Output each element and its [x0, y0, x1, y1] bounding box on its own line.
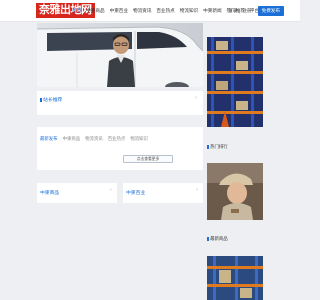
tab-logistics-knowledge[interactable]: 物流知识: [130, 136, 148, 142]
latest-products-text: 最新商品: [210, 236, 228, 241]
tab-products[interactable]: 中柬商品: [63, 136, 81, 142]
worker-ad-image[interactable]: [207, 163, 263, 220]
login-link[interactable]: 登录: [228, 8, 237, 14]
chevron-right-icon[interactable]: ›: [110, 187, 112, 193]
hot-ranking-label: 热门排行: [207, 144, 228, 150]
products-card-title: 中柬商品: [40, 191, 60, 196]
industries-card: 中柬百业 ›: [123, 183, 203, 203]
nav-item-news[interactable]: 中柬新闻: [203, 8, 221, 14]
nav-item-hot-topics[interactable]: 百业热点: [156, 8, 174, 14]
hero-banner-image[interactable]: [37, 23, 203, 87]
nav-item-products[interactable]: 中柬商品: [86, 8, 104, 14]
nav-item-home[interactable]: 首页: [72, 8, 81, 14]
page: 奈雅出地网 首页 中柬商品 中柬百业 物流资讯 百业热点 物流知识 中柬新闻 热…: [0, 0, 300, 300]
warehouse-ad-image[interactable]: [207, 37, 263, 127]
recommend-title: 站长推荐: [40, 96, 62, 103]
chevron-right-icon[interactable]: ›: [196, 187, 198, 193]
recommend-title-text: 站长推荐: [43, 98, 63, 103]
nav-item-industries[interactable]: 中柬百业: [110, 8, 128, 14]
top-navbar: 奈雅出地网 首页 中柬商品 中柬百业 物流资讯 百业热点 物流知识 中柬新闻 热…: [0, 0, 300, 22]
chevron-right-icon[interactable]: ›: [195, 95, 197, 101]
tab-latest[interactable]: 最新发布: [40, 136, 58, 142]
nav-item-logistics-knowledge[interactable]: 物流知识: [180, 8, 198, 14]
recommend-card: 站长推荐 ›: [37, 91, 203, 115]
worker-illustration: [207, 163, 263, 220]
racks-ad-image[interactable]: [207, 256, 263, 300]
racks-illustration: [207, 256, 263, 300]
auth-separator: |: [239, 8, 241, 14]
register-link[interactable]: 注册: [242, 8, 251, 14]
products-card: 中柬商品 ›: [37, 183, 117, 203]
warehouse-illustration: [207, 37, 263, 127]
latest-tabs: 最新发布 中柬商品 物流资讯 百业热点 物流知识: [40, 136, 153, 142]
latest-card: 最新发布 中柬商品 物流资讯 百业热点 物流知识 点击查看更多: [37, 127, 203, 170]
auth-area: 登录 | 注册 免费发布: [228, 0, 284, 22]
tab-hot-topics[interactable]: 百业热点: [108, 136, 126, 142]
publish-button[interactable]: 免费发布: [257, 6, 284, 16]
nav-item-logistics-news[interactable]: 物流资讯: [133, 8, 151, 14]
hot-ranking-text: 热门排行: [210, 144, 228, 149]
tab-logistics-news[interactable]: 物流资讯: [85, 136, 103, 142]
industries-card-title: 中柬百业: [126, 191, 146, 196]
hero-illustration: [37, 23, 203, 87]
latest-products-label: 最新商品: [207, 236, 228, 242]
load-more-button[interactable]: 点击查看更多: [123, 155, 173, 163]
